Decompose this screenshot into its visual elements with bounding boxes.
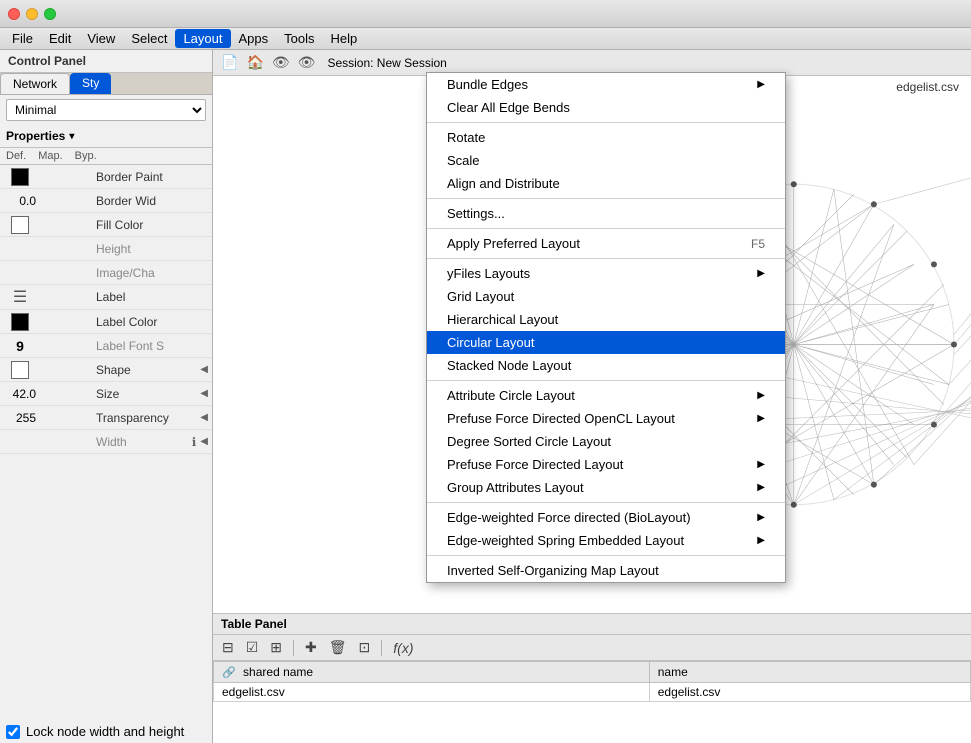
prop-transparency: 255 Transparency ◀ [0, 406, 212, 430]
info-icon: ℹ [192, 435, 197, 449]
prop-label-font: 9 Label Font S [0, 334, 212, 358]
prop-shape: Shape ◀ [0, 358, 212, 382]
control-panel-header: Control Panel [0, 50, 212, 73]
session-icon-doc[interactable]: 📄 [221, 54, 238, 71]
menu-bundle-edges[interactable]: Bundle Edges ▶ [427, 73, 785, 96]
prop-fill-color: Fill Color [0, 213, 212, 237]
menu-yfiles[interactable]: yFiles Layouts ▶ [427, 262, 785, 285]
label-color-box[interactable] [11, 313, 29, 331]
menu-tools[interactable]: Tools [276, 29, 322, 48]
menu-hierarchical[interactable]: Hierarchical Layout [427, 308, 785, 331]
menu-bar: File Edit View Select Layout Apps Tools … [0, 28, 971, 50]
prop-size: 42.0 Size ◀ [0, 382, 212, 406]
menu-select[interactable]: Select [123, 29, 175, 48]
fill-color-box[interactable] [11, 216, 29, 234]
menu-edit[interactable]: Edit [41, 29, 79, 48]
prop-width: Width ℹ ◀ [0, 430, 212, 454]
menu-edge-weighted-bio[interactable]: Edge-weighted Force directed (BioLayout)… [427, 506, 785, 529]
session-icons: 📄 🏠 👁 👁 [221, 54, 315, 71]
left-panel: Control Panel Network Sty Minimal Proper… [0, 50, 213, 743]
table-toolbar: ⊟ ☑ ⊞ ✚ 🗑 ⊡ f(x) [213, 635, 971, 661]
menu-prefuse-opencl[interactable]: Prefuse Force Directed OpenCL Layout ▶ [427, 407, 785, 430]
prop-height: Height [0, 237, 212, 261]
menu-file[interactable]: File [4, 29, 41, 48]
properties-cols: Def. Map. Byp. [0, 148, 212, 165]
grid-icon[interactable]: ⊞ [267, 638, 285, 657]
delete-icon[interactable]: 🗑 [326, 638, 350, 657]
sep-4 [427, 258, 785, 259]
prop-border-width: 0.0 Border Wid [0, 189, 212, 213]
menu-degree-sorted[interactable]: Degree Sorted Circle Layout [427, 430, 785, 453]
menu-edge-weighted-spring[interactable]: Edge-weighted Spring Embedded Layout ▶ [427, 529, 785, 552]
maximize-button[interactable] [44, 8, 56, 20]
menu-attribute-circle[interactable]: Attribute Circle Layout ▶ [427, 384, 785, 407]
table-content: 🔗 shared name name edgelist.csv edgelist… [213, 661, 971, 743]
columns-icon[interactable]: ⊟ [219, 638, 237, 657]
menu-apps[interactable]: Apps [231, 29, 277, 48]
right-panel: 📄 🏠 👁 👁 Session: New Session edgelist.cs… [213, 50, 971, 743]
menu-scale[interactable]: Scale [427, 149, 785, 172]
menu-apply-preferred[interactable]: Apply Preferred Layout F5 [427, 232, 785, 255]
menu-group-attributes[interactable]: Group Attributes Layout ▶ [427, 476, 785, 499]
prop-image: Image/Cha [0, 261, 212, 285]
minimal-select[interactable]: Minimal [6, 99, 206, 121]
tab-row: Network Sty [0, 73, 212, 95]
sep-6 [427, 502, 785, 503]
lock-row: Lock node width and height [0, 720, 212, 743]
shape-box[interactable] [11, 361, 29, 379]
session-icon-eye[interactable]: 👁 [298, 54, 316, 71]
menu-prefuse-force[interactable]: Prefuse Force Directed Layout ▶ [427, 453, 785, 476]
menu-align[interactable]: Align and Distribute [427, 172, 785, 195]
function-icon[interactable]: f(x) [390, 639, 416, 657]
minimize-button[interactable] [26, 8, 38, 20]
checkboxes-icon[interactable]: ☑ [243, 638, 262, 657]
add-icon[interactable]: ✚ [302, 638, 320, 657]
prop-label-color: Label Color [0, 310, 212, 334]
sep-1 [427, 122, 785, 123]
sep-5 [427, 380, 785, 381]
prop-border-paint: Border Paint [0, 165, 212, 189]
col-name[interactable]: name [649, 662, 970, 683]
menu-circular[interactable]: Circular Layout [427, 331, 785, 354]
sep-3 [427, 228, 785, 229]
session-icon-home[interactable]: 🏠 [246, 54, 263, 71]
merge-icon[interactable]: ⊡ [356, 638, 374, 657]
properties-header: Properties ▾ [0, 125, 212, 148]
cell-shared-name: edgelist.csv [214, 683, 650, 702]
session-label: Session: New Session [327, 56, 446, 70]
close-button[interactable] [8, 8, 20, 20]
lock-label: Lock node width and height [26, 724, 184, 739]
network-filename: edgelist.csv [896, 80, 959, 94]
tab-style[interactable]: Sty [70, 73, 111, 94]
title-bar [0, 0, 971, 28]
toolbar-sep-1 [293, 640, 294, 656]
menu-grid[interactable]: Grid Layout [427, 285, 785, 308]
window-controls [8, 8, 56, 20]
menu-stacked-node[interactable]: Stacked Node Layout [427, 354, 785, 377]
table-panel-header: Table Panel [213, 614, 971, 635]
table-panel: Table Panel ⊟ ☑ ⊞ ✚ 🗑 ⊡ f(x) 🔗 [213, 613, 971, 743]
menu-settings[interactable]: Settings... [427, 202, 785, 225]
table-row[interactable]: edgelist.csv edgelist.csv [214, 683, 971, 702]
menu-clear-bends[interactable]: Clear All Edge Bends [427, 96, 785, 119]
sep-7 [427, 555, 785, 556]
menu-help[interactable]: Help [323, 29, 366, 48]
toolbar-sep-2 [381, 640, 382, 656]
menu-rotate[interactable]: Rotate [427, 126, 785, 149]
menu-view[interactable]: View [79, 29, 123, 48]
session-icon-eye-off[interactable]: 👁 [272, 54, 290, 71]
main-layout: Control Panel Network Sty Minimal Proper… [0, 50, 971, 743]
tab-network[interactable]: Network [0, 73, 70, 94]
col-shared-name[interactable]: 🔗 shared name [214, 662, 650, 683]
menu-layout[interactable]: Layout [175, 29, 230, 48]
lock-checkbox[interactable] [6, 725, 20, 739]
menu-inverted-som[interactable]: Inverted Self-Organizing Map Layout [427, 559, 785, 582]
layout-dropdown: Bundle Edges ▶ Clear All Edge Bends Rota… [426, 72, 786, 583]
cell-name: edgelist.csv [649, 683, 970, 702]
border-paint-color[interactable] [11, 168, 29, 186]
sep-2 [427, 198, 785, 199]
prop-label: ☰ Label [0, 285, 212, 310]
